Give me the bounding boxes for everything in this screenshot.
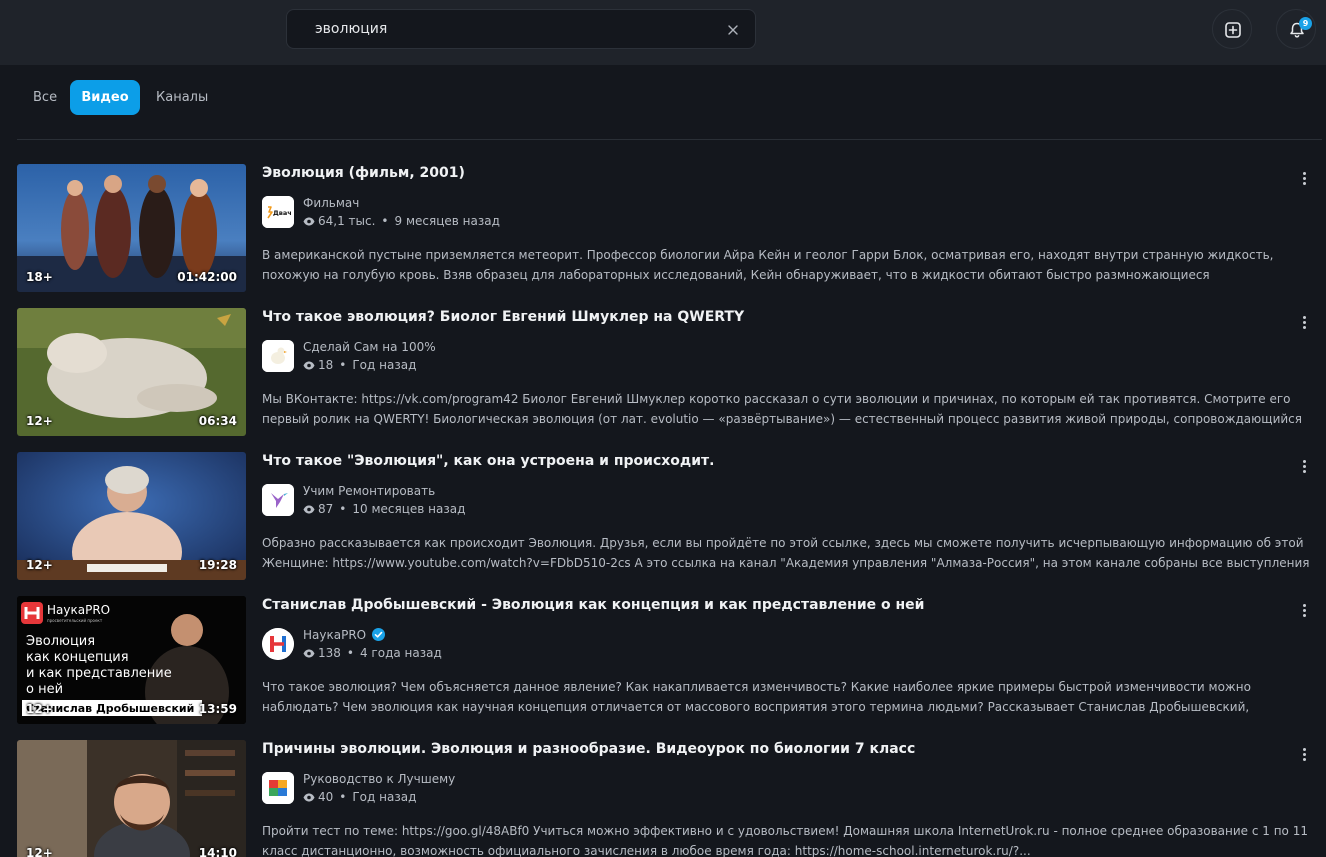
view-count: 87 — [318, 502, 334, 516]
chicken-logo-icon — [262, 340, 294, 372]
separator-dot: • — [339, 358, 347, 372]
separator-dot: • — [339, 502, 347, 516]
publish-date: 10 месяцев назад — [352, 502, 466, 516]
video-description: Пройти тест по теме: https://goo.gl/48AB… — [262, 824, 1308, 857]
tab-channels[interactable]: Каналы — [156, 80, 208, 115]
video-result[interactable]: 12+ 14:10 Причины эволюции. Эволюция и р… — [17, 740, 1322, 857]
channel-name-text[interactable]: НаукаPRO — [303, 628, 366, 642]
video-description: Образно рассказывается как происходит Эв… — [262, 536, 1310, 570]
channel-name[interactable]: Сделай Сам на 100% — [303, 340, 436, 354]
video-meta: 40 • Год назад — [303, 790, 416, 804]
video-thumbnail[interactable]: 12+ 14:10 — [17, 740, 246, 857]
more-options-button[interactable] — [1295, 314, 1313, 334]
age-rating: 18+ — [26, 270, 53, 284]
channel-avatar[interactable] — [262, 772, 294, 804]
video-result[interactable]: 12+ 19:28 Что такое "Эволюция", как она … — [17, 452, 1322, 580]
channel-avatar[interactable] — [262, 484, 294, 516]
svg-text:просветительский проект: просветительский проект — [47, 618, 103, 623]
view-count: 18 — [318, 358, 334, 372]
video-title[interactable]: Что такое эволюция? Биолог Евгений Шмукл… — [262, 309, 744, 325]
publish-date: 4 года назад — [359, 646, 442, 660]
video-duration: 19:28 — [198, 558, 237, 572]
channel-name[interactable]: Учим Ремонтировать — [303, 484, 435, 498]
publish-date: 9 месяцев назад — [394, 214, 500, 228]
age-rating: 12+ — [26, 702, 53, 716]
channel-name[interactable]: НаукаPRO — [303, 628, 386, 642]
video-meta: 18 • Год назад — [303, 358, 416, 372]
search-input[interactable]: эволюция — [315, 21, 387, 37]
age-rating: 12+ — [26, 558, 53, 572]
more-options-button[interactable] — [1295, 602, 1313, 622]
eye-icon — [303, 793, 315, 802]
eye-icon — [303, 505, 315, 514]
video-thumbnail[interactable]: 18+ 01:42:00 — [17, 164, 246, 292]
channel-name[interactable]: Руководство к Лучшему — [303, 772, 455, 786]
add-video-icon — [1225, 22, 1241, 38]
top-header: эволюция 9 — [0, 0, 1326, 65]
channel-avatar[interactable] — [262, 628, 294, 660]
naukapro-logo-icon — [262, 628, 294, 660]
verified-icon — [372, 628, 386, 641]
separator-dot: • — [339, 790, 347, 804]
svg-text:Эволюция: Эволюция — [26, 634, 95, 649]
video-title[interactable]: Станислав Дробышевский - Эволюция как ко… — [262, 597, 924, 613]
view-count: 40 — [318, 790, 334, 804]
view-count: 64,1 тыс. — [318, 214, 376, 228]
tab-video[interactable]: Видео — [70, 80, 140, 115]
upload-button[interactable] — [1212, 9, 1252, 49]
svg-text:как концепция: как концепция — [26, 650, 129, 665]
video-title[interactable]: Причины эволюции. Эволюция и разнообрази… — [262, 741, 915, 757]
video-duration: 01:42:00 — [177, 270, 237, 284]
clear-search-icon[interactable] — [725, 22, 741, 38]
dvach-logo-icon: Двач — [262, 196, 294, 228]
channel-avatar[interactable]: Двач — [262, 196, 294, 228]
video-result[interactable]: 18+ 01:42:00 Эволюция (фильм, 2001) Двач… — [17, 164, 1322, 292]
channel-name[interactable]: Фильмач — [303, 196, 359, 210]
separator-dot: • — [346, 646, 354, 660]
video-thumbnail[interactable]: 12+ 19:28 — [17, 452, 246, 580]
svg-text:НаукаPRO: НаукаPRO — [47, 603, 110, 617]
hummingbird-logo-icon — [262, 484, 294, 516]
video-duration: 06:34 — [198, 414, 237, 428]
svg-text:Двач: Двач — [273, 209, 292, 217]
divider — [17, 139, 1322, 140]
search-field[interactable]: эволюция — [286, 9, 756, 49]
video-duration: 13:59 — [198, 702, 237, 716]
notification-badge: 9 — [1299, 17, 1312, 30]
video-result[interactable]: НаукаPRO просветительский проект Эволюци… — [17, 596, 1322, 724]
more-options-button[interactable] — [1295, 458, 1313, 478]
video-description: Что такое эволюция? Чем объясняется данн… — [262, 680, 1251, 714]
video-result[interactable]: 12+ 06:34 Что такое эволюция? Биолог Евг… — [17, 308, 1322, 436]
video-meta: 64,1 тыс. • 9 месяцев назад — [303, 214, 500, 228]
video-thumbnail[interactable]: 12+ 06:34 — [17, 308, 246, 436]
more-options-button[interactable] — [1295, 170, 1313, 190]
video-duration: 14:10 — [198, 846, 237, 857]
eye-icon — [303, 217, 315, 226]
eye-icon — [303, 649, 315, 658]
video-title[interactable]: Что такое "Эволюция", как она устроена и… — [262, 453, 714, 469]
age-rating: 12+ — [26, 414, 53, 428]
thumbnail-image — [17, 740, 246, 857]
svg-text:о ней: о ней — [26, 682, 63, 697]
view-count: 138 — [318, 646, 341, 660]
video-meta: 138 • 4 года назад — [303, 646, 442, 660]
video-meta: 87 • 10 месяцев назад — [303, 502, 465, 516]
tab-all[interactable]: Все — [33, 80, 57, 115]
publish-date: Год назад — [352, 358, 417, 372]
separator-dot: • — [381, 214, 389, 228]
video-description: В американской пустыне приземляется мете… — [262, 248, 1274, 282]
more-options-button[interactable] — [1295, 746, 1313, 766]
svg-text:и как представление: и как представление — [26, 666, 172, 681]
notifications-button[interactable]: 9 — [1276, 9, 1316, 49]
video-thumbnail[interactable]: НаукаPRO просветительский проект Эволюци… — [17, 596, 246, 724]
publish-date: Год назад — [352, 790, 417, 804]
interneturok-logo-icon — [262, 772, 294, 804]
video-title[interactable]: Эволюция (фильм, 2001) — [262, 165, 465, 181]
video-description: Мы ВКонтакте: https://vk.com/program42 Б… — [262, 392, 1302, 426]
age-rating: 12+ — [26, 846, 53, 857]
eye-icon — [303, 361, 315, 370]
channel-avatar[interactable] — [262, 340, 294, 372]
